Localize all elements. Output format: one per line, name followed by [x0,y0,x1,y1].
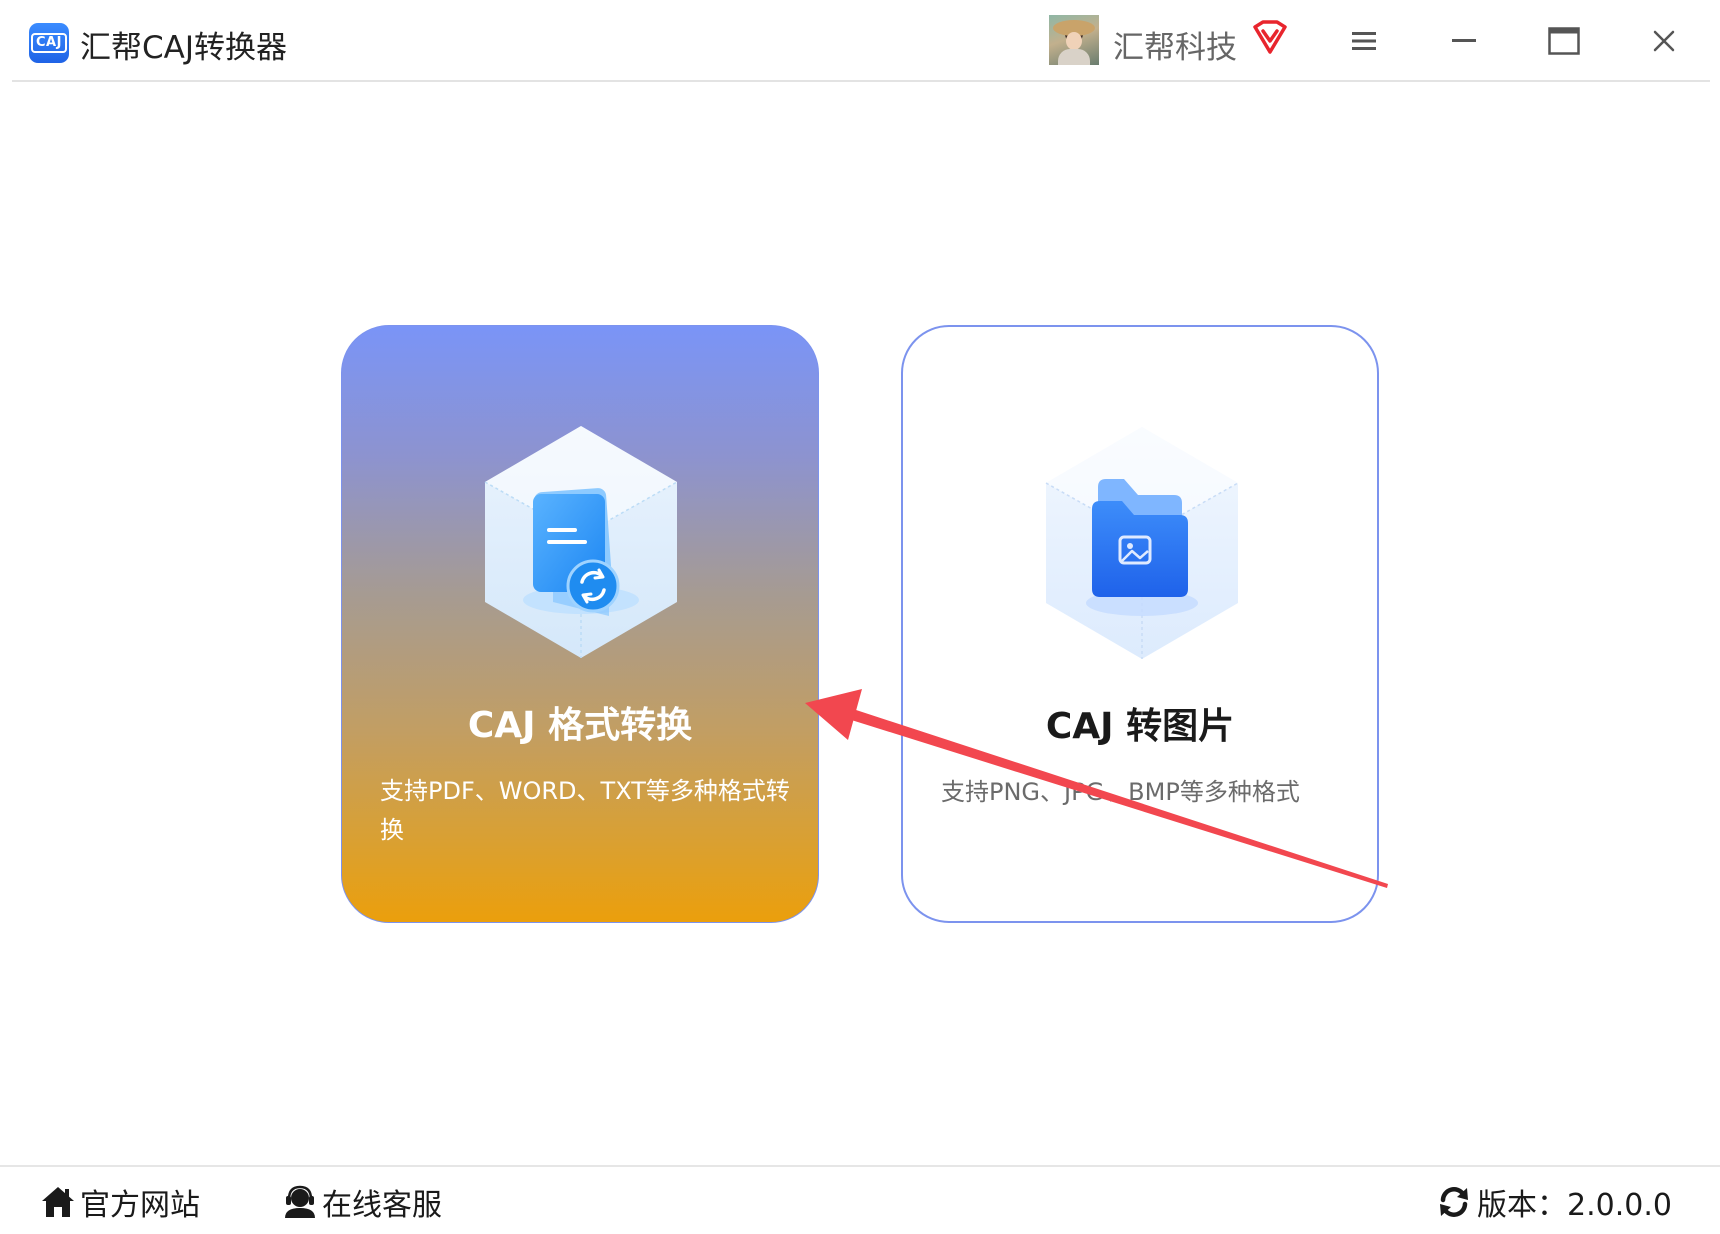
online-support-link[interactable]: 在线客服 [282,1178,442,1226]
user-name[interactable]: 汇帮科技 [1113,22,1237,67]
official-website-link[interactable]: 官方网站 [40,1178,200,1226]
title-bar-divider [12,80,1710,82]
app-logo-icon: CAJ [29,23,69,63]
maximize-icon [1548,27,1580,55]
vip-badge-icon[interactable] [1251,19,1289,55]
close-button[interactable] [1641,18,1687,64]
home-icon [42,1187,74,1217]
caj-to-image-card[interactable]: CAJ 转图片 支持PNG、JPG、BMP等多种格式 [901,325,1379,923]
maximize-button[interactable] [1541,18,1587,64]
user-avatar[interactable] [1049,15,1099,65]
online-support-label: 在线客服 [322,1188,442,1223]
card-title: CAJ 转图片 [1045,706,1235,747]
annotation-arrow [805,689,1388,888]
footer-divider [0,1165,1720,1167]
menu-button[interactable] [1341,18,1387,64]
official-website-label: 官方网站 [80,1188,200,1223]
card-description: 支持PNG、JPG、BMP等多种格式 [941,778,1300,806]
image-folder-icon [1045,427,1239,659]
menu-icon [1352,32,1376,50]
caj-format-convert-card[interactable]: CAJ 格式转换 支持PDF、WORD、TXT等多种格式转换 [341,325,819,923]
card-title: CAJ 格式转换 [467,705,693,746]
app-title: 汇帮CAJ转换器 [80,30,287,66]
version-label: 版本：2.0.0.0 [1477,1188,1672,1223]
document-convert-icon [484,426,678,658]
minimize-icon [1452,39,1476,42]
title-bar: CAJ 汇帮CAJ转换器 汇帮科技 [0,0,1720,82]
close-icon [1653,30,1675,52]
customer-service-icon [285,1185,315,1218]
refresh-icon [1440,1187,1469,1217]
card-description: 支持PDF、WORD、TXT等多种格式转换 [380,777,790,844]
minimize-button[interactable] [1441,18,1487,64]
version-info[interactable]: 版本：2.0.0.0 [1437,1178,1672,1226]
